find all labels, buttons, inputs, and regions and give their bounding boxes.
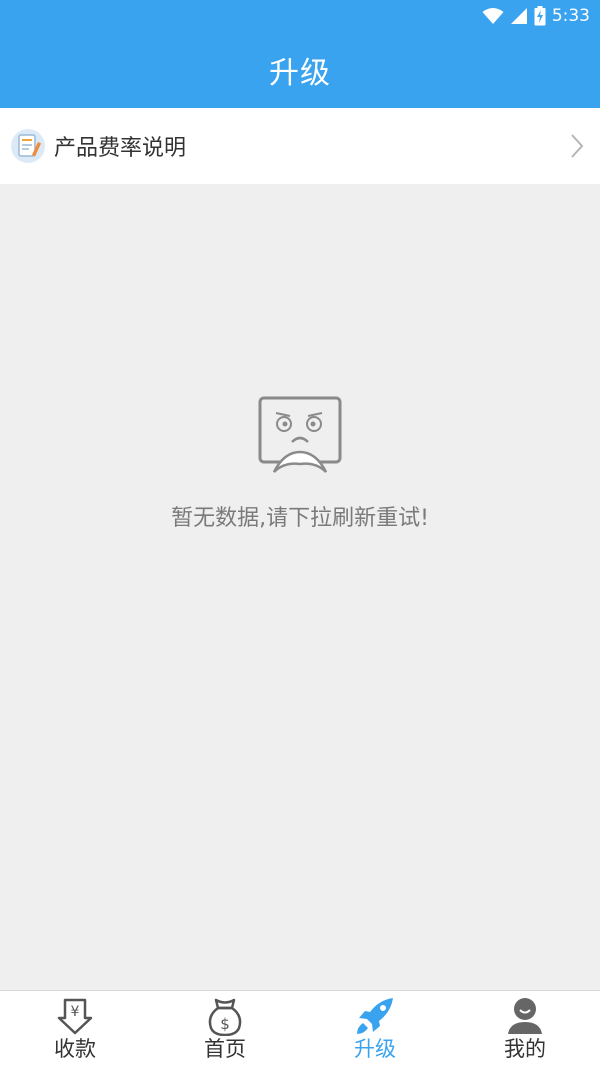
product-rate-label: 产品费率说明 [54, 136, 187, 161]
empty-state: 暂无数据,请下拉刷新重试! [0, 394, 600, 532]
signal-icon [510, 8, 527, 24]
tab-home[interactable]: $ 首页 [150, 991, 300, 1067]
tab-mine-label: 我的 [504, 1037, 546, 1061]
content-area[interactable]: 暂无数据,请下拉刷新重试! [0, 184, 600, 990]
status-bar: 5:33 [0, 0, 600, 32]
product-rate-row[interactable]: 产品费率说明 [0, 108, 600, 184]
app-bar: 升级 [0, 32, 600, 108]
tab-receive[interactable]: ¥ 收款 [0, 991, 150, 1067]
battery-charging-icon [534, 6, 546, 26]
tab-upgrade-label: 升级 [354, 1037, 396, 1061]
bottom-tab-bar: ¥ 收款 $ 首页 升级 我的 [0, 990, 600, 1067]
page-title: 升级 [269, 56, 331, 91]
empty-message: 暂无数据,请下拉刷新重试! [171, 506, 429, 531]
tab-upgrade[interactable]: 升级 [300, 991, 450, 1067]
wifi-icon [482, 8, 504, 24]
svg-text:¥: ¥ [71, 1004, 80, 1020]
money-bag-icon: $ [208, 998, 242, 1036]
sad-face-icon [258, 396, 342, 473]
yen-receive-icon: ¥ [57, 998, 93, 1035]
tab-mine[interactable]: 我的 [450, 991, 600, 1067]
status-time: 5:33 [551, 6, 590, 26]
user-icon [508, 998, 542, 1034]
rocket-icon [357, 998, 393, 1034]
tab-home-label: 首页 [204, 1037, 246, 1061]
svg-text:$: $ [220, 1015, 230, 1033]
chevron-right-icon [571, 134, 584, 158]
tab-receive-label: 收款 [54, 1037, 96, 1061]
document-icon [11, 129, 45, 163]
